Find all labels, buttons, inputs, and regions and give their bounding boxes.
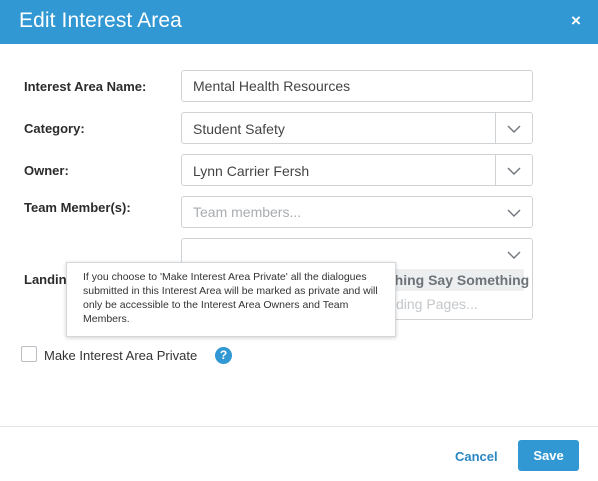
dialog-title: Edit Interest Area xyxy=(19,9,182,32)
owner-label: Owner: xyxy=(24,163,69,178)
close-icon[interactable]: × xyxy=(568,11,584,31)
select-divider xyxy=(495,113,496,143)
category-label: Category: xyxy=(24,121,85,136)
interest-area-name-input[interactable]: Mental Health Resources xyxy=(181,70,533,102)
landing-pages-placeholder: ding Pages... xyxy=(396,296,478,312)
team-members-multiselect[interactable]: Team members... xyxy=(181,196,533,228)
owner-value: Lynn Carrier Fersh xyxy=(193,163,310,179)
interest-area-name-value: Mental Health Resources xyxy=(193,78,351,94)
selected-landing-page-tag-label: thing Say Something xyxy=(390,272,530,288)
team-members-placeholder: Team members... xyxy=(193,204,302,220)
select-divider xyxy=(495,155,496,185)
team-members-label: Team Member(s): xyxy=(24,200,131,215)
private-help-tooltip: If you choose to 'Make Interest Area Pri… xyxy=(66,262,396,337)
make-private-label[interactable]: Make Interest Area Private xyxy=(44,348,197,363)
interest-area-name-label: Interest Area Name: xyxy=(24,79,147,94)
category-value: Student Safety xyxy=(193,121,285,137)
make-private-checkbox[interactable] xyxy=(21,346,37,362)
owner-select[interactable]: Lynn Carrier Fersh xyxy=(181,154,533,186)
landing-pages-label: Landin xyxy=(24,272,67,287)
chevron-down-icon[interactable] xyxy=(507,125,521,133)
cancel-button[interactable]: Cancel xyxy=(455,449,498,464)
footer-divider xyxy=(0,426,598,427)
chevron-down-icon[interactable] xyxy=(507,209,521,217)
question-circle-icon[interactable]: ? xyxy=(215,347,232,364)
chevron-down-icon[interactable] xyxy=(507,167,521,175)
save-button[interactable]: Save xyxy=(518,440,579,471)
dialog-header: Edit Interest Area × xyxy=(0,0,598,44)
category-select[interactable]: Student Safety xyxy=(181,112,533,144)
chevron-down-icon[interactable] xyxy=(507,251,521,259)
